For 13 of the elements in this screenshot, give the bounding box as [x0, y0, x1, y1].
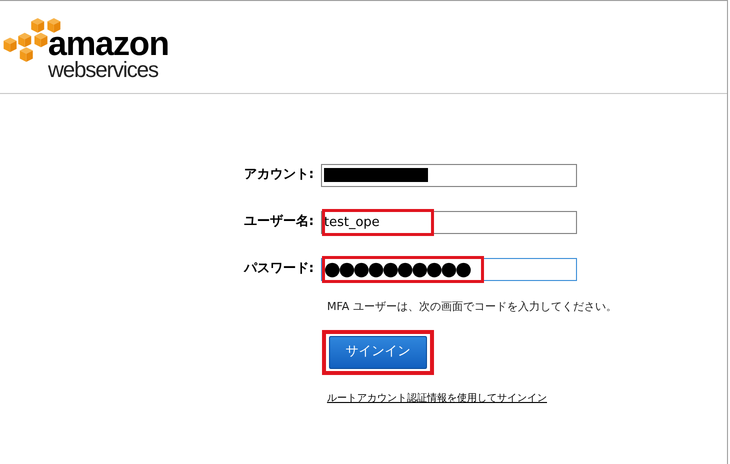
- field-label: アカウント:: [242, 166, 315, 184]
- field-label: ユーザー名:: [242, 213, 315, 232]
- field-value: test_ope: [324, 216, 380, 228]
- field-value: ●●●●●●●●●●: [324, 260, 470, 278]
- field-label: パスワード:: [242, 260, 315, 278]
- logo-wordmark: amazon: [48, 27, 169, 61]
- input-field[interactable]: ●●●●●●●●●●: [321, 258, 577, 280]
- root-account-link[interactable]: ルートアカウント認証情報を使用してサインイン: [327, 390, 547, 406]
- logo-subtitle: webservices: [48, 59, 160, 81]
- input-field[interactable]: [321, 164, 577, 186]
- sign-in-button[interactable]: サインイン: [329, 336, 427, 368]
- mfa-note: MFA ユーザーは、次の画面でコードを入力してください。: [327, 299, 618, 315]
- input-field[interactable]: test_ope: [321, 210, 577, 234]
